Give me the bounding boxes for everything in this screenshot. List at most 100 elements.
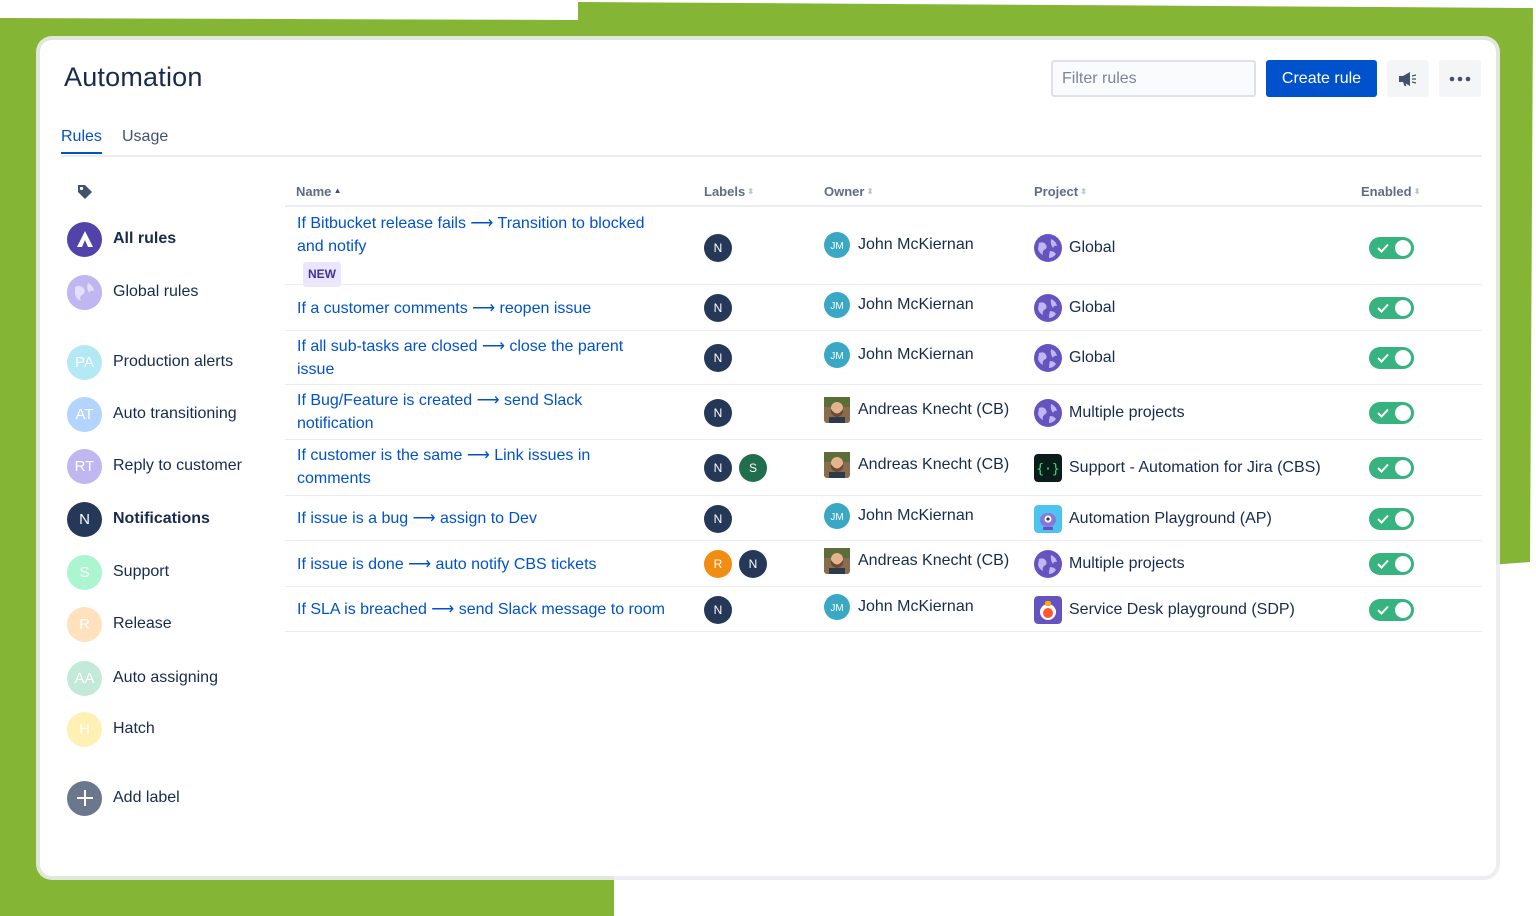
add-label-text: Add label — [113, 789, 180, 806]
label-chip[interactable]: N — [704, 595, 732, 624]
table-row[interactable]: If issue is a bug ⟶ assign to Dev N JM John… — [285, 496, 1482, 541]
rule-project: Multiple projects — [1034, 550, 1185, 578]
enabled-toggle[interactable] — [1369, 347, 1414, 369]
project-name: Multiple projects — [1069, 403, 1185, 421]
column-header-project[interactable]: Project ⬍ — [1034, 184, 1087, 199]
column-header-enabled[interactable]: Enabled ⬍ — [1361, 184, 1421, 199]
enabled-toggle[interactable] — [1369, 401, 1414, 424]
owner-avatar — [824, 396, 850, 423]
create-rule-button[interactable]: Create rule — [1266, 60, 1377, 97]
check-icon — [1377, 303, 1389, 313]
globe-icon — [67, 274, 102, 310]
rule-project: Service Desk playground (SDP) — [1034, 595, 1295, 624]
label-chip[interactable]: N — [739, 550, 767, 578]
label-chip[interactable]: N — [704, 234, 732, 262]
rule-name-line: If a customer comments ⟶ reopen issue — [297, 299, 592, 317]
rule-name-link[interactable]: If Bitbucket release fails ⟶ Transition … — [297, 212, 692, 287]
project-icon: {·} — [1034, 454, 1062, 482]
sidebar-item-support[interactable]: S Support — [67, 554, 169, 590]
label-chip[interactable]: R — [704, 550, 732, 578]
column-name-label: Name — [296, 184, 332, 199]
label-chip[interactable]: N — [704, 504, 732, 533]
enabled-toggle[interactable] — [1369, 553, 1414, 575]
label-avatar: N — [67, 501, 102, 537]
sidebar-item-release[interactable]: R Release — [67, 606, 172, 642]
rule-name-link[interactable]: If all sub-tasks are closed ⟶ close the … — [297, 335, 692, 381]
more-actions-button[interactable] — [1439, 60, 1481, 97]
column-project-label: Project — [1034, 184, 1079, 199]
sidebar-item-hatch[interactable]: H Hatch — [67, 711, 155, 747]
owner-avatar: JM — [824, 502, 850, 529]
table-row[interactable]: If SLA is breached ⟶ send Slack message … — [285, 587, 1482, 632]
rule-name-link[interactable]: If SLA is breached ⟶ send Slack message … — [297, 598, 692, 621]
table-row[interactable]: If customer is the same ⟶ Link issues in… — [285, 440, 1482, 496]
label-chip[interactable]: S — [739, 454, 767, 482]
filter-rules-input[interactable] — [1051, 60, 1256, 97]
owner-avatar — [824, 452, 850, 478]
rule-owner: JM John McKiernan — [824, 232, 974, 258]
check-icon — [1377, 605, 1389, 615]
enabled-toggle[interactable] — [1369, 507, 1414, 530]
sidebar-item-all-rules[interactable]: All rules — [67, 221, 176, 257]
enabled-toggle[interactable] — [1369, 297, 1414, 319]
rule-name-link[interactable]: If issue is done ⟶ auto notify CBS ticke… — [297, 553, 692, 576]
table-row[interactable]: If all sub-tasks are closed ⟶ close the … — [285, 331, 1482, 385]
svg-text:JM: JM — [830, 301, 843, 312]
label-chip[interactable]: N — [704, 398, 732, 427]
enabled-toggle[interactable] — [1369, 457, 1414, 479]
rule-name-line: notification — [297, 415, 374, 432]
label-chip[interactable]: N — [704, 454, 732, 482]
toggle-knob — [1395, 460, 1411, 476]
sidebar-item-global-rules[interactable]: Global rules — [67, 274, 198, 310]
check-icon — [1377, 243, 1389, 253]
table-row[interactable]: If Bitbucket release fails ⟶ Transition … — [285, 210, 1482, 287]
sidebar-item-reply-to-customer[interactable]: RT Reply to customer — [67, 448, 242, 484]
rule-name-link[interactable]: If customer is the same ⟶ Link issues in… — [297, 444, 692, 490]
feedback-button[interactable] — [1387, 60, 1429, 97]
toggle-knob — [1395, 510, 1411, 527]
enabled-toggle[interactable] — [1369, 598, 1414, 621]
enabled-toggle[interactable] — [1369, 237, 1414, 259]
rule-name-link[interactable]: If Bug/Feature is created ⟶ send Slack no… — [297, 389, 692, 435]
owner-name: Andreas Knecht (CB) — [858, 400, 1010, 418]
label-avatar: H — [67, 711, 102, 747]
table-row[interactable]: If a customer comments ⟶ reopen issue N JM… — [285, 285, 1482, 331]
table-row[interactable]: If issue is done ⟶ auto notify CBS ticke… — [285, 541, 1482, 587]
column-header-owner[interactable]: Owner ⬍ — [824, 184, 873, 199]
label-chip[interactable]: N — [704, 294, 732, 322]
rule-name-line: issue — [297, 361, 335, 378]
owner-name: Andreas Knecht (CB) — [858, 456, 1010, 473]
svg-text:JM: JM — [830, 603, 843, 614]
rule-project: {·} Support - Automation for Jira (CBS) — [1034, 454, 1321, 482]
project-name: Automation Playground (AP) — [1069, 509, 1272, 527]
toggle-knob — [1395, 404, 1411, 421]
sort-icon: ⬍ — [1411, 187, 1421, 196]
column-header-name[interactable]: Name ▲ — [296, 184, 342, 199]
page-title: Automation — [64, 62, 203, 92]
sidebar-item-auto-assigning[interactable]: AA Auto assigning — [67, 660, 218, 696]
rule-name-line: If SLA is breached ⟶ send Slack message … — [297, 601, 666, 618]
rule-name-link[interactable]: If a customer comments ⟶ reopen issue — [297, 297, 692, 320]
rule-name-line: If all sub-tasks are closed ⟶ close the … — [297, 338, 624, 355]
add-label-button[interactable]: Add label — [67, 780, 180, 816]
column-owner-label: Owner — [824, 184, 865, 199]
column-header-labels[interactable]: Labels ⬍ — [704, 184, 754, 199]
svg-text:JM: JM — [830, 351, 843, 362]
sidebar-item-production-alerts[interactable]: PA Production alerts — [67, 344, 233, 380]
sidebar-item-label: Release — [113, 615, 172, 632]
owner-avatar — [824, 548, 850, 574]
tab-usage[interactable]: Usage — [122, 128, 168, 152]
project-name: Global — [1069, 239, 1116, 256]
sidebar-item-notifications[interactable]: N Notifications — [67, 501, 210, 537]
sort-asc-icon: ▲ — [331, 186, 342, 195]
owner-name: John McKiernan — [858, 296, 974, 313]
table-row[interactable]: If Bug/Feature is created ⟶ send Slack no… — [285, 385, 1482, 440]
rule-name-link[interactable]: If issue is a bug ⟶ assign to Dev — [297, 507, 692, 530]
owner-name: John McKiernan — [858, 597, 974, 615]
tab-rules[interactable]: Rules — [61, 128, 102, 154]
label-avatar: AA — [67, 660, 102, 696]
check-icon — [1377, 408, 1389, 418]
label-chip[interactable]: N — [704, 344, 732, 372]
plus-icon — [67, 780, 102, 816]
sidebar-item-auto-transitioning[interactable]: AT Auto transitioning — [67, 396, 237, 432]
